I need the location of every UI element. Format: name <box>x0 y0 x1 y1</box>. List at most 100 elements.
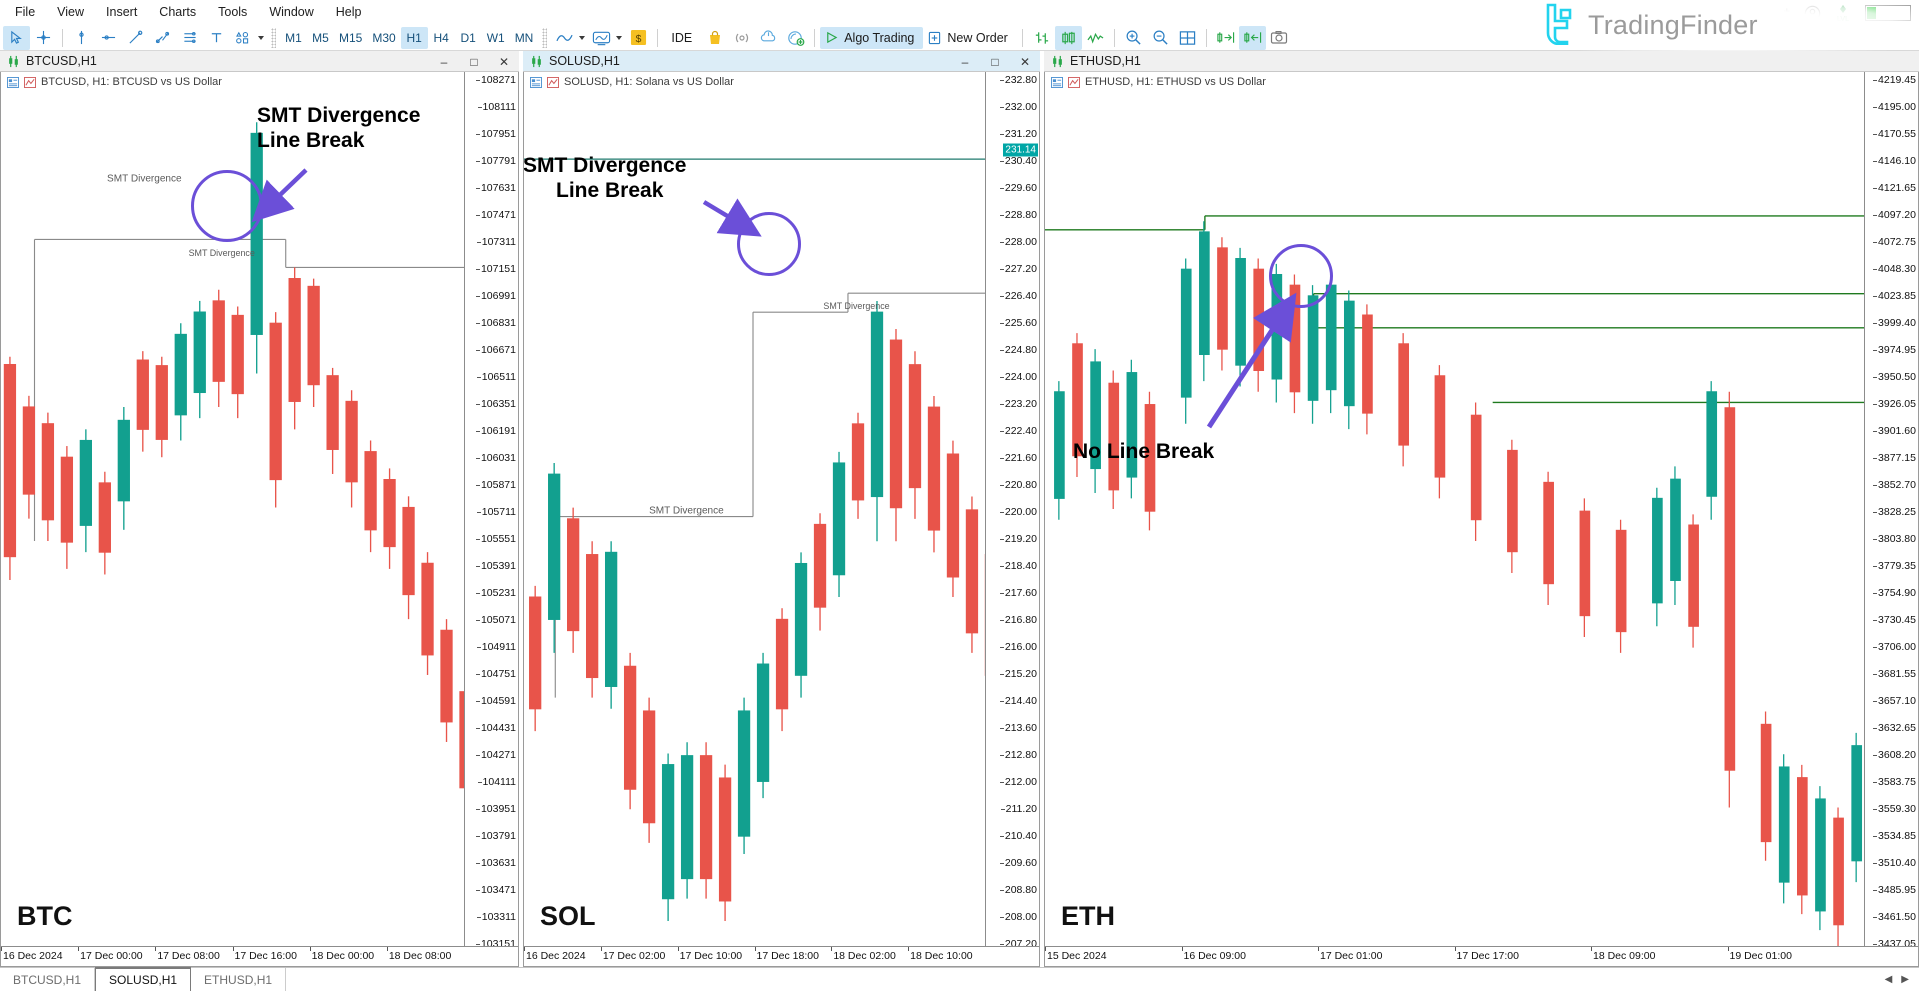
chart-workspace: BTCUSD,H1 – □ ✕ BTCUSD, H1: BTCUSD vs US… <box>0 51 1919 967</box>
window-titlebar-btcusd[interactable]: BTCUSD,H1 – □ ✕ <box>0 51 519 72</box>
cursor-icon[interactable] <box>3 25 30 50</box>
maximize-button-btcusd[interactable]: □ <box>459 51 489 72</box>
price-tick: 107951 <box>475 128 516 140</box>
tab-scroll-right-icon[interactable]: ▶ <box>1901 974 1909 985</box>
toolbar-grip[interactable] <box>271 27 276 48</box>
time-tick-mark <box>908 947 910 951</box>
zoom-in-icon[interactable] <box>1120 26 1147 50</box>
shapes-dropdown-icon[interactable] <box>258 35 264 40</box>
time-tick: 18 Dec 02:00 <box>833 950 896 962</box>
ide-button[interactable]: IDE <box>663 27 701 49</box>
annotation-ethusd: No Line Break <box>1073 440 1214 465</box>
menu-item-window[interactable]: Window <box>258 2 324 22</box>
price-tick: 105711 <box>476 506 516 518</box>
minimize-button-solusd[interactable]: – <box>950 51 980 72</box>
polyline-icon[interactable] <box>149 26 176 50</box>
bar-chart-icon[interactable] <box>1028 26 1055 50</box>
level-icon: LVL <box>1837 5 1849 22</box>
time-tick: 17 Dec 01:00 <box>1320 950 1383 962</box>
price-tick: 217.60 <box>999 587 1037 599</box>
indicators-dropdown-icon[interactable] <box>616 35 623 40</box>
window-titlebar-ethusd[interactable]: ETHUSD,H1 <box>1044 51 1919 72</box>
shift-end-icon[interactable] <box>1212 26 1239 50</box>
price-tick: 107631 <box>475 182 516 194</box>
price-axis-ethusd[interactable]: 4219.45 4195.00 4170.55 4146.10 4121.65 4097.… <box>1864 72 1918 966</box>
timeframe-h1[interactable]: H1 <box>400 26 428 49</box>
chart-window-ethusd[interactable]: ETHUSD,H1 ETHUSD, H1: ETHUSD vs US Dolla… <box>1044 51 1919 967</box>
tab-ethusd[interactable]: ETHUSD,H1 <box>191 968 287 991</box>
timeframe-m5[interactable]: M5 <box>307 27 334 49</box>
battery-icon[interactable] <box>1865 5 1911 21</box>
maximize-button-solusd[interactable]: □ <box>980 51 1010 72</box>
line-chart-icon[interactable] <box>551 26 578 50</box>
chart-type-dropdown-icon[interactable] <box>579 35 586 40</box>
close-button-btcusd[interactable]: ✕ <box>489 51 519 72</box>
time-axis-ethusd[interactable]: 15 Dec 2024 16 Dec 09:00 17 Dec 01:00 17 De… <box>1045 946 1918 966</box>
price-axis-btcusd[interactable]: 108271 108111 107951 107791 107631 107471 1073… <box>464 72 518 966</box>
menu-item-tools[interactable]: Tools <box>207 2 258 22</box>
time-axis-solusd[interactable]: 16 Dec 2024 17 Dec 02:00 17 Dec 10:00 17 De… <box>524 946 1039 966</box>
text-icon[interactable] <box>203 26 230 50</box>
chart-canvas-ethusd[interactable]: ETHUSD, H1: ETHUSD vs US Dollar No Line … <box>1044 72 1919 967</box>
horizontal-line-icon[interactable] <box>95 26 122 50</box>
time-tick: 17 Dec 00:00 <box>80 950 143 962</box>
time-tick-mark <box>155 947 157 951</box>
menu-item-charts[interactable]: Charts <box>148 2 207 22</box>
price-tick: 104431 <box>475 722 516 734</box>
cloud-icon[interactable] <box>755 26 782 50</box>
chart-canvas-solusd[interactable]: SOLUSD, H1: Solana vs US Dollar SMT Dive… <box>523 72 1040 967</box>
vps-icon[interactable] <box>782 26 809 50</box>
algo-trading-button[interactable]: Algo Trading <box>820 26 924 49</box>
market-bag-icon[interactable] <box>701 26 728 50</box>
toolbar-separator <box>62 28 63 47</box>
symbol-watermark-ethusd: ETH <box>1061 901 1115 931</box>
window-titlebar-solusd[interactable]: SOLUSD,H1 – □ ✕ <box>523 51 1040 72</box>
new-order-button[interactable]: New Order <box>923 27 1016 49</box>
timeframe-mn[interactable]: MN <box>510 27 539 49</box>
auto-scroll-icon[interactable] <box>1238 25 1266 50</box>
timeframe-w1[interactable]: W1 <box>482 27 510 49</box>
trendline-icon[interactable] <box>122 26 149 50</box>
timeframe-m30[interactable]: M30 <box>367 27 400 49</box>
shapes-icon[interactable] <box>230 26 257 50</box>
price-tick: 104591 <box>475 695 516 707</box>
price-tick: 3706.00 <box>1873 641 1916 653</box>
new-order-label: New Order <box>947 30 1008 45</box>
timeframe-d1[interactable]: D1 <box>455 27 482 49</box>
signals-icon[interactable] <box>728 26 755 50</box>
chart-window-btcusd[interactable]: BTCUSD,H1 – □ ✕ BTCUSD, H1: BTCUSD vs US… <box>0 51 519 967</box>
time-tick-mark <box>1 947 2 951</box>
vertical-line-icon[interactable] <box>68 26 95 50</box>
chart-label-text-solusd: SOLUSD, H1: Solana vs US Dollar <box>564 76 734 88</box>
candlestick-chart-icon[interactable] <box>1054 25 1082 50</box>
candlestick-plot-ethusd <box>1045 215 1918 947</box>
tile-windows-icon[interactable] <box>1174 26 1201 50</box>
indicators-icon[interactable] <box>588 26 615 50</box>
screenshot-icon[interactable] <box>1266 26 1293 50</box>
menu-item-insert[interactable]: Insert <box>95 2 148 22</box>
dollar-icon[interactable]: $ <box>625 26 652 50</box>
timeframe-m1[interactable]: M1 <box>280 27 307 49</box>
timeframe-h4[interactable]: H4 <box>428 27 455 49</box>
chart-canvas-btcusd[interactable]: BTCUSD, H1: BTCUSD vs US Dollar SMT Dive… <box>0 72 519 967</box>
close-button-solusd[interactable]: ✕ <box>1010 51 1040 72</box>
tab-scroll-left-icon[interactable]: ◀ <box>1885 974 1893 985</box>
price-axis-solusd[interactable]: 231.14 232.80 232.00 231.20 230.40 229.60 228… <box>985 72 1039 966</box>
toolbar-grip-2[interactable] <box>542 27 548 48</box>
time-tick-mark <box>754 947 756 951</box>
time-tick: 17 Dec 17:00 <box>1456 950 1519 962</box>
accessibility-icon[interactable]: † <box>1783 6 1790 20</box>
menu-item-view[interactable]: View <box>46 2 95 22</box>
timeframe-m15[interactable]: M15 <box>334 27 367 49</box>
time-axis-btcusd[interactable]: 16 Dec 2024 17 Dec 00:00 17 Dec 08:00 17 De… <box>1 946 518 966</box>
zoom-out-icon[interactable] <box>1147 26 1174 50</box>
tab-btcusd[interactable]: BTCUSD,H1 <box>0 968 96 991</box>
tab-solusd[interactable]: SOLUSD,H1 <box>95 967 192 991</box>
minimize-button-btcusd[interactable]: – <box>429 51 459 72</box>
menu-item-file[interactable]: File <box>4 2 46 22</box>
channel-icon[interactable] <box>176 26 203 50</box>
chart-window-solusd[interactable]: SOLUSD,H1 – □ ✕ SOLUSD, H1: Solana vs US… <box>523 51 1040 967</box>
crosshair-icon[interactable] <box>30 26 57 50</box>
menu-item-help[interactable]: Help <box>325 2 373 22</box>
line-mode-icon[interactable] <box>1082 26 1109 50</box>
